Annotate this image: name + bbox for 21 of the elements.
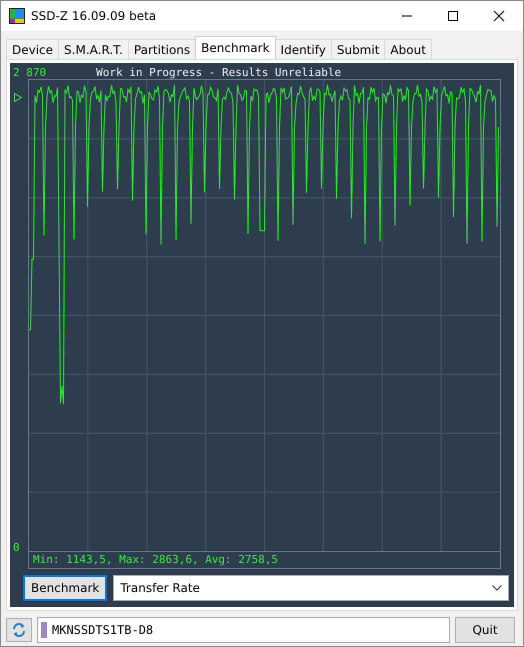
graph-title: Work in Progress - Results Unreliable [96, 66, 342, 78]
marker-icon [14, 93, 22, 102]
drive-color-icon [41, 622, 47, 638]
stats-text: Min: 1143,5, Max: 2863,6, Avg: 2758,5 [32, 552, 280, 568]
tab[interactable]: Benchmark [195, 36, 276, 59]
tab[interactable]: About [384, 39, 432, 59]
maximize-icon[interactable] [447, 10, 459, 22]
y-max-label: 2 870 [13, 66, 46, 78]
window-title: SSD-Z 16.09.09 beta [31, 9, 156, 23]
app-icon [9, 8, 25, 24]
drive-field[interactable]: MKNSSDTS1TB-D8 [37, 617, 450, 643]
y-min-label: 0 [13, 541, 20, 554]
mode-dropdown[interactable]: Transfer Rate [113, 575, 509, 601]
refresh-icon [11, 622, 27, 638]
close-icon[interactable] [493, 10, 505, 22]
tab[interactable]: Device [6, 39, 60, 59]
refresh-button[interactable] [6, 618, 32, 642]
quit-button[interactable]: Quit [455, 617, 515, 643]
tab[interactable]: Identify [274, 39, 332, 59]
benchmark-button[interactable]: Benchmark [23, 575, 108, 601]
chevron-down-icon [492, 585, 502, 591]
